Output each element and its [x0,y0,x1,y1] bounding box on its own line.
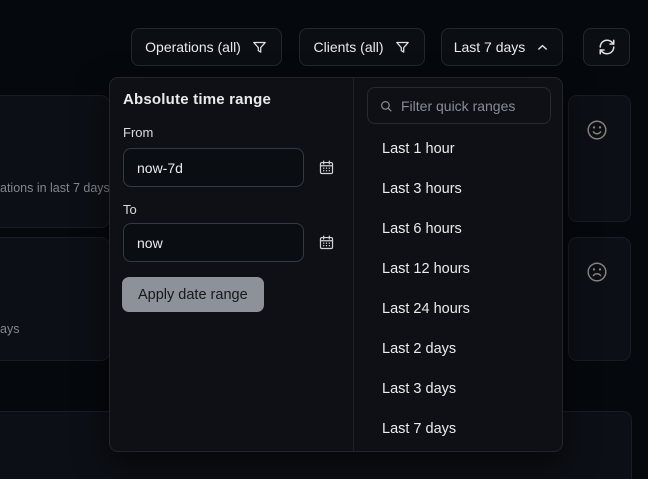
quick-range-item-label: Last 7 days [382,421,456,437]
sad-face-icon [585,260,609,284]
filter-icon [394,39,411,56]
time-range-button[interactable]: Last 7 days [441,28,563,66]
quick-range-item-label: Last 3 hours [382,181,462,197]
calendar-icon[interactable] [315,231,337,253]
to-input[interactable] [123,223,304,262]
quick-range-item[interactable]: Last 24 hours [354,289,563,329]
dashboard-card-mid-left [0,237,110,361]
chevron-up-icon [535,40,550,55]
quick-ranges-section: Last 1 hour Last 3 hours Last 6 hours La… [353,78,563,451]
quick-range-item-label: Last 2 days [382,341,456,357]
refresh-button[interactable] [583,28,630,66]
quick-range-item-label: Last 3 days [382,381,456,397]
apply-date-range-button[interactable]: Apply date range [122,277,264,312]
absolute-time-range-section: Absolute time range From To Apply date r… [110,78,353,451]
quick-range-item[interactable]: Last 3 days [354,369,563,409]
quick-range-item[interactable]: Last 1 hour [354,129,563,169]
card-caption-fragment: ays [0,322,19,336]
operations-filter-label: Operations (all) [145,39,241,55]
happy-face-icon [585,118,609,142]
to-label: To [123,202,137,217]
filter-icon [251,39,268,56]
dashboard-card-top-right [568,95,631,222]
quick-range-item[interactable]: Last 3 hours [354,169,563,209]
quick-range-item[interactable]: Last 7 days [354,409,563,449]
quick-range-search-input[interactable] [401,98,539,114]
search-icon [379,99,393,113]
quick-range-item-label: Last 24 hours [382,301,470,317]
from-label: From [123,125,153,140]
operations-filter-button[interactable]: Operations (all) [131,28,282,66]
quick-range-item[interactable]: Last 2 days [354,329,563,369]
quick-range-item-label: Last 6 hours [382,221,462,237]
clients-filter-button[interactable]: Clients (all) [299,28,425,66]
dashboard-card-top-left [0,95,110,228]
quick-range-item[interactable]: Last 12 hours [354,249,563,289]
quick-range-item-label: Last 1 hour [382,141,455,157]
card-caption-fragment: ations in last 7 days [0,181,110,195]
time-range-label: Last 7 days [454,39,526,55]
time-range-popover: Absolute time range From To Apply date r… [109,77,563,452]
dashboard-card-mid-right [568,237,631,361]
quick-range-search[interactable] [367,87,551,124]
from-input[interactable] [123,148,304,187]
quick-range-item-label: Last 12 hours [382,261,470,277]
refresh-icon [598,38,616,56]
calendar-icon[interactable] [315,156,337,178]
quick-range-item[interactable]: Last 6 hours [354,209,563,249]
clients-filter-label: Clients (all) [313,39,383,55]
quick-range-list: Last 1 hour Last 3 hours Last 6 hours La… [354,129,563,449]
absolute-time-range-heading: Absolute time range [123,91,271,108]
